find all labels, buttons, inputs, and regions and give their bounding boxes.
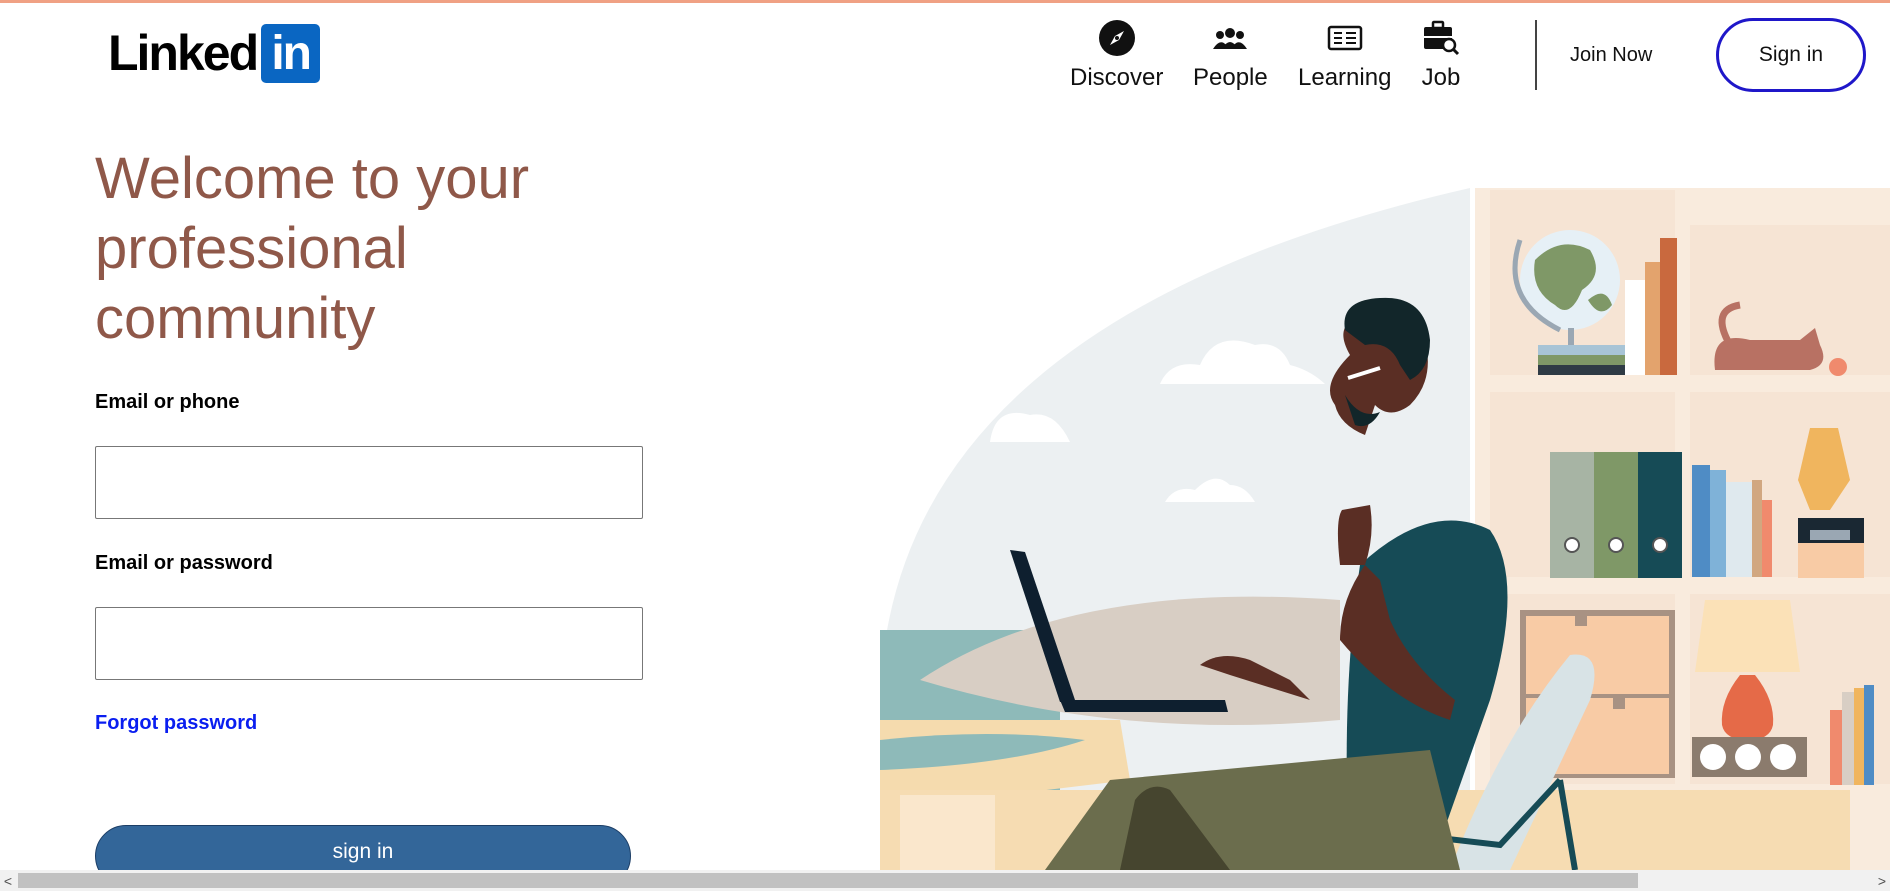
horizontal-scrollbar[interactable]: < > bbox=[0, 870, 1890, 891]
header-sign-in-button[interactable]: Sign in bbox=[1716, 18, 1866, 92]
logo-badge-text: in bbox=[271, 27, 312, 80]
forgot-password-link[interactable]: Forgot password bbox=[95, 712, 257, 735]
scroll-left-arrow-icon[interactable]: < bbox=[0, 870, 16, 891]
join-now-link[interactable]: Join Now bbox=[1570, 44, 1652, 67]
nav-learning-label: Learning bbox=[1298, 64, 1392, 91]
logo-badge: in bbox=[261, 23, 321, 83]
password-label: Email or password bbox=[95, 552, 273, 574]
password-field[interactable] bbox=[95, 607, 643, 680]
nav-discover-label: Discover bbox=[1070, 64, 1164, 91]
page-headline: Welcome to your professional community bbox=[95, 146, 530, 351]
scrollbar-thumb[interactable] bbox=[18, 873, 1638, 888]
nav-learning[interactable]: Learning bbox=[1298, 18, 1391, 92]
learning-icon bbox=[1325, 18, 1365, 58]
nav-people[interactable]: People bbox=[1193, 18, 1268, 92]
logo-wordmark: Linked bbox=[108, 25, 259, 81]
top-accent-bar bbox=[0, 0, 1890, 3]
linkedin-logo[interactable]: Linked in bbox=[108, 22, 321, 84]
email-label: Email or phone bbox=[95, 391, 240, 413]
hero-illustration bbox=[870, 180, 1890, 870]
nav-job-label: Job bbox=[1421, 64, 1461, 91]
nav-divider bbox=[1535, 20, 1537, 90]
nav-discover[interactable]: Discover bbox=[1070, 18, 1163, 92]
nav-people-label: People bbox=[1193, 64, 1268, 91]
people-icon bbox=[1210, 18, 1250, 58]
email-field[interactable] bbox=[95, 446, 643, 519]
scroll-right-arrow-icon[interactable]: > bbox=[1874, 870, 1890, 891]
briefcase-search-icon bbox=[1421, 18, 1461, 58]
nav-job[interactable]: Job bbox=[1421, 18, 1461, 92]
compass-icon bbox=[1097, 18, 1137, 58]
